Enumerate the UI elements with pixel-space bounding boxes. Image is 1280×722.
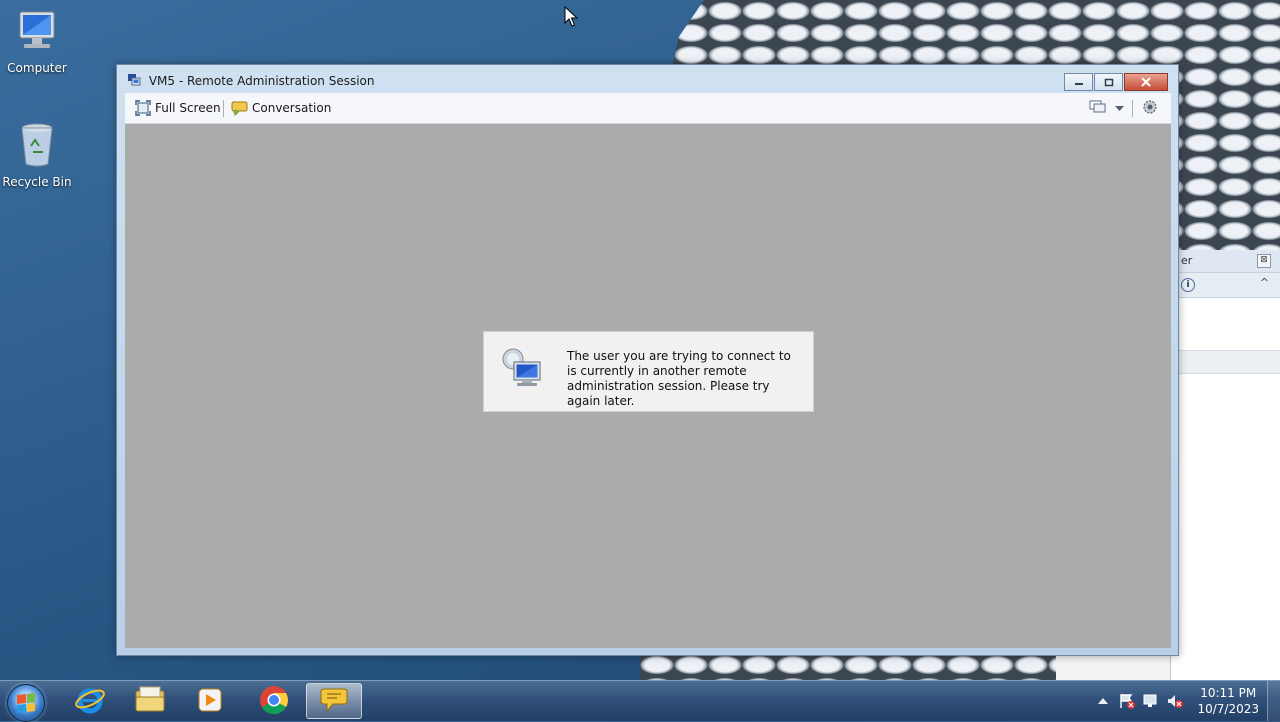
toolbar-separator	[223, 100, 224, 117]
remote-session-window: VM5 - Remote Administration Session Full…	[116, 64, 1179, 656]
recycle-bin-icon	[0, 122, 74, 171]
collapse-caret-icon[interactable]: ^	[1260, 276, 1269, 289]
conversation-label: Conversation	[252, 101, 332, 115]
restore-icon	[1104, 78, 1113, 86]
toolbar-separator	[1132, 99, 1133, 117]
taskbar-windows-explorer[interactable]	[122, 683, 178, 719]
action-center-flag-icon[interactable]	[1116, 690, 1138, 712]
taskbar-conversation-app[interactable]	[306, 683, 362, 719]
media-player-icon	[196, 686, 224, 717]
system-tray: 10:11 PM 10/7/2023	[1091, 681, 1280, 721]
chrome-icon	[258, 684, 290, 719]
desktop-icon-computer[interactable]: Computer	[0, 10, 74, 75]
window-titlebar: VM5 - Remote Administration Session	[127, 72, 375, 90]
taskbar-chrome[interactable]	[246, 683, 302, 719]
close-icon	[1141, 77, 1151, 87]
toolbar-right-group	[1089, 93, 1159, 123]
maximize-button[interactable]	[1094, 73, 1123, 91]
connection-message-box: The user you are trying to connect to is…	[483, 331, 814, 412]
windows-logo-icon	[17, 693, 35, 713]
wallpaper-texture-bottom	[640, 654, 1060, 680]
clock-date: 10/7/2023	[1197, 702, 1259, 716]
fullscreen-icon	[135, 100, 151, 116]
window-title: VM5 - Remote Administration Session	[148, 74, 375, 88]
mouse-cursor-icon	[564, 5, 579, 31]
background-window-close-icon[interactable]: ⊠	[1257, 254, 1271, 268]
display-monitor-icon[interactable]	[1089, 99, 1107, 118]
full-screen-button[interactable]: Full Screen	[135, 93, 221, 123]
settings-gear-icon[interactable]	[1141, 98, 1159, 119]
show-hidden-icons-icon[interactable]	[1092, 690, 1114, 712]
conversation-button[interactable]: Conversation	[231, 93, 331, 123]
taskbar-clock[interactable]: 10:11 PM 10/7/2023	[1197, 685, 1259, 717]
clock-time: 10:11 PM	[1200, 686, 1257, 700]
network-icon[interactable]	[1140, 690, 1162, 712]
background-window-strip	[1171, 350, 1280, 374]
background-window[interactable]: er ⊠ i ^	[1170, 250, 1280, 680]
desktop-icon-recycle-bin[interactable]: Recycle Bin	[0, 122, 74, 189]
desktop-icon-label: Computer	[7, 61, 67, 75]
taskbar-media-player[interactable]	[182, 683, 238, 719]
connection-message-text: The user you are trying to connect to is…	[567, 349, 791, 408]
full-screen-label: Full Screen	[155, 101, 221, 115]
background-window-title: er	[1181, 254, 1193, 267]
window-controls	[1063, 73, 1168, 91]
minimize-button[interactable]	[1064, 73, 1093, 91]
taskbar-internet-explorer[interactable]	[62, 683, 118, 719]
chat-icon	[319, 685, 349, 718]
info-icon: i	[1181, 278, 1195, 292]
dropdown-arrow-icon[interactable]	[1115, 101, 1124, 115]
taskbar: 10:11 PM 10/7/2023	[0, 680, 1280, 722]
computer-icon	[0, 10, 74, 57]
show-desktop-button[interactable]	[1267, 681, 1280, 721]
session-toolbar: Full Screen Conversation	[125, 93, 1171, 124]
desktop-icon-label: Recycle Bin	[2, 175, 72, 189]
background-window-titlebar: er ⊠	[1171, 250, 1280, 272]
minimize-icon	[1074, 83, 1083, 85]
start-button[interactable]	[7, 684, 45, 722]
background-window-infobar: i ^	[1171, 272, 1280, 298]
close-button[interactable]	[1124, 73, 1168, 91]
windows-explorer-icon	[134, 685, 166, 718]
conversation-icon	[231, 100, 248, 116]
volume-muted-icon[interactable]	[1164, 690, 1186, 712]
remote-admin-app-icon	[127, 72, 141, 91]
session-viewport: The user you are trying to connect to is…	[125, 124, 1171, 648]
internet-explorer-icon	[74, 684, 106, 719]
remote-connection-icon	[500, 346, 546, 395]
